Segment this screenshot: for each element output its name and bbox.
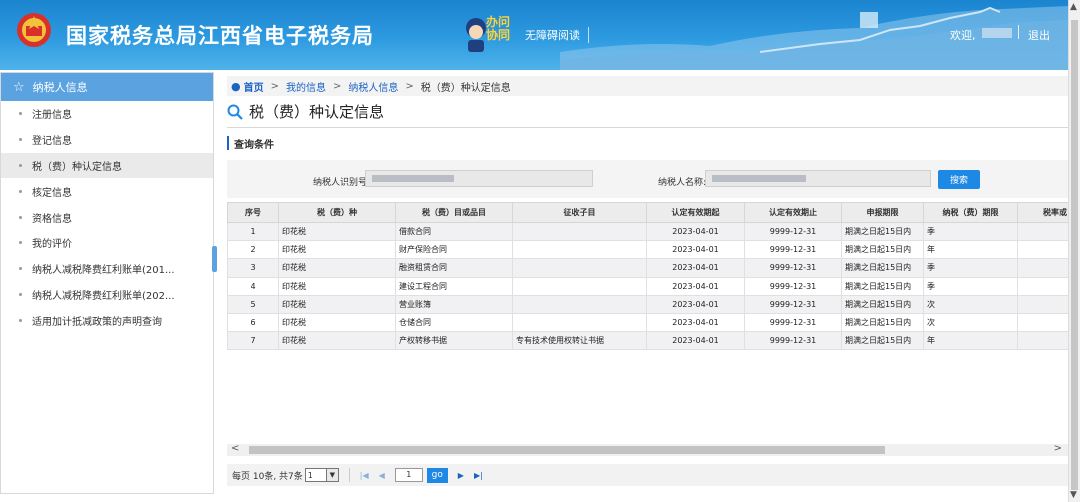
column-header[interactable]: 认定有效期止 <box>744 202 842 223</box>
sidebar-item-registration[interactable]: 注册信息 <box>1 101 213 127</box>
table-row[interactable]: 5 印花税 营业账簿 2023-04-01 9999-12-31 期满之日起15日内次 <box>227 294 1068 314</box>
mascot-caption: 办问 协同 <box>486 15 511 42</box>
sidebar-item-bill-2[interactable]: 纳税人减税降费红利账单(202... <box>1 282 213 308</box>
breadcrumb-arrow: > <box>270 80 279 92</box>
taxpayer-name-label: 纳税人名称: <box>658 178 707 188</box>
star-icon: ☆ <box>13 79 25 95</box>
sidebar-item-qualification[interactable]: 资格信息 <box>1 204 213 230</box>
taxpayer-id-input[interactable] <box>365 170 593 187</box>
go-button[interactable]: go <box>426 467 448 483</box>
bullet-icon <box>19 189 22 193</box>
first-page-icon[interactable]: |◀ <box>360 471 369 480</box>
breadcrumb-arrow: > <box>405 80 414 92</box>
column-header[interactable]: 税率或 <box>1017 202 1068 223</box>
location-pin-icon: ● <box>231 79 241 93</box>
breadcrumb-home[interactable]: 首页 <box>244 79 264 94</box>
header-divider <box>1018 25 1019 39</box>
bullet-icon <box>19 241 22 245</box>
chevron-down-icon[interactable]: ▼ <box>326 468 339 482</box>
table-row[interactable]: 4 印花税 建设工程合同 2023-04-01 9999-12-31 期满之日起15日内季 <box>227 276 1068 296</box>
scroll-left-arrow-icon[interactable]: < <box>231 443 239 454</box>
site-header: 国家税务总局江西省电子税务局 办问 协同 无障碍阅读 欢迎, 退出 <box>0 0 1068 70</box>
bullet-icon <box>19 318 22 322</box>
bullet-icon <box>19 292 22 296</box>
pagination: 每页 10条, 共7条 1 ▼ |◀ ◀ 1 go ▶ ▶| <box>227 464 1068 486</box>
scroll-down-arrow-icon[interactable]: ▼ <box>1070 490 1077 500</box>
sidebar-item-evaluation[interactable]: 我的评价 <box>1 230 213 256</box>
search-button[interactable]: 搜索 <box>938 170 980 189</box>
scrollbar-thumb[interactable] <box>1071 20 1078 490</box>
sidebar: ☆ 纳税人信息 注册信息 登记信息 税（费）种认定信息 核定信息 资格信息 我的… <box>0 72 214 494</box>
tax-type-table: 序号 税（费）种 税（费）目或品目 征收子目 认定有效期起 认定有效期止 申报期… <box>227 202 1068 452</box>
search-icon <box>227 104 243 120</box>
page-scrollbar[interactable]: ▲ ▼ <box>1068 0 1080 502</box>
tax-emblem-icon <box>17 13 51 47</box>
masked-username <box>982 28 1012 38</box>
pagination-divider <box>348 468 350 482</box>
bullet-icon <box>19 215 22 219</box>
column-header[interactable]: 纳税（费）期限 <box>923 202 1018 223</box>
sidebar-item-tax-type[interactable]: 税（费）种认定信息 <box>1 152 213 179</box>
sidebar-collapse-handle[interactable] <box>212 246 217 272</box>
table-row[interactable]: 6 印花税 仓储合同 2023-04-01 9999-12-31 期满之日起15日内次 <box>227 312 1068 333</box>
logout-link[interactable]: 退出 <box>1028 27 1050 43</box>
bullet-icon <box>19 267 22 271</box>
sidebar-item-bill-1[interactable]: 纳税人减税降费红利账单(201... <box>1 256 213 282</box>
sidebar-item-assessment[interactable]: 核定信息 <box>1 178 213 204</box>
masked-value <box>372 175 454 182</box>
bullet-icon <box>19 163 22 167</box>
breadcrumb-taxpayer-info[interactable]: 纳税人信息 <box>348 79 398 94</box>
sidebar-item-enrollment[interactable]: 登记信息 <box>1 127 213 153</box>
site-title: 国家税务总局江西省电子税务局 <box>66 24 374 48</box>
column-header[interactable]: 税（费）目或品目 <box>395 202 513 223</box>
taxpayer-id-label: 纳税人识别号: <box>313 178 371 188</box>
masked-value <box>712 175 806 182</box>
table-horizontal-scrollbar[interactable]: < > <box>227 443 1068 456</box>
table-row[interactable]: 1 印花税 借款合同 2023-04-01 9999-12-31 期满之日起15日内季 <box>227 221 1068 242</box>
next-page-icon[interactable]: ▶ <box>458 471 464 480</box>
column-header[interactable]: 申报期限 <box>841 202 924 223</box>
main-content: ● 首页 > 我的信息 > 纳税人信息 > 税（费）种认定信息 税（费）种认定信… <box>227 76 1068 486</box>
scroll-right-arrow-icon[interactable]: > <box>1054 443 1062 454</box>
sidebar-header[interactable]: ☆ 纳税人信息 <box>1 73 213 101</box>
page-number-input[interactable]: 1 <box>394 468 423 482</box>
breadcrumb-current: 税（费）种认定信息 <box>420 82 511 94</box>
column-header[interactable]: 认定有效期起 <box>646 202 745 223</box>
column-header[interactable]: 征收子目 <box>512 202 647 223</box>
query-section-label: 查询条件 <box>227 136 1068 151</box>
sidebar-title: 纳税人信息 <box>32 81 88 94</box>
last-page-icon[interactable]: ▶| <box>474 471 483 480</box>
taxpayer-name-input[interactable] <box>705 170 931 187</box>
page-title: 税（费）种认定信息 <box>249 103 385 121</box>
sidebar-item-declaration[interactable]: 适用加计抵减政策的声明查询 <box>1 307 213 333</box>
breadcrumb-arrow: > <box>333 80 342 92</box>
bullet-icon <box>19 112 22 116</box>
bullet-icon <box>19 138 22 142</box>
column-header[interactable]: 税（费）种 <box>278 202 396 223</box>
prev-page-icon[interactable]: ◀ <box>379 471 385 480</box>
table-row[interactable]: 2 印花税 财产保险合同 2023-04-01 9999-12-31 期满之日起15日内年 <box>227 240 1068 260</box>
breadcrumb: ● 首页 > 我的信息 > 纳税人信息 > 税（费）种认定信息 <box>227 76 1068 96</box>
table-row[interactable]: 7 印花税 产权转移书据 专有技术使用权转让书据 2023-04-01 9999-12-3… <box>227 331 1068 351</box>
column-header[interactable]: 序号 <box>227 202 279 223</box>
page-title-bar: 税（费）种认定信息 <box>227 96 1068 128</box>
breadcrumb-my-info[interactable]: 我的信息 <box>286 79 326 94</box>
table-header-row: 序号 税（费）种 税（费）目或品目 征收子目 认定有效期起 认定有效期止 申报期… <box>227 202 1068 223</box>
scrollbar-thumb[interactable] <box>249 446 885 454</box>
scroll-up-arrow-icon[interactable]: ▲ <box>1070 2 1077 12</box>
page-size-select[interactable]: 1 <box>304 468 327 482</box>
welcome-text: 欢迎, <box>950 29 976 42</box>
query-panel: 纳税人识别号: 纳税人名称: 搜索 <box>227 160 1068 198</box>
accessibility-link[interactable]: 无障碍阅读 <box>525 27 589 43</box>
table-row[interactable]: 3 印花税 融资租赁合同 2023-04-01 9999-12-31 期满之日起15日内季 <box>227 258 1068 278</box>
pagination-summary: 每页 10条, 共7条 <box>232 471 303 482</box>
